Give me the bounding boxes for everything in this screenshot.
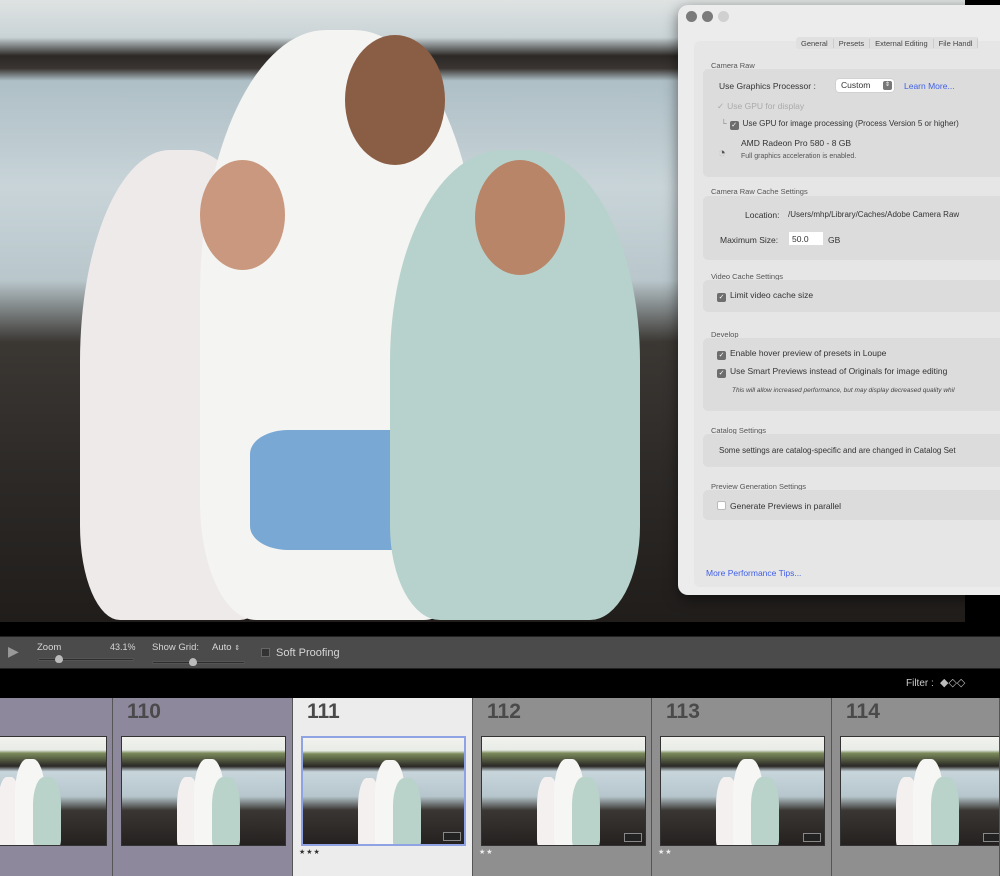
zoom-button[interactable] — [718, 11, 729, 22]
preferences-tabs: General Presets External Editing File Ha… — [796, 37, 979, 49]
develop-badge-icon — [803, 833, 821, 842]
filmstrip-cell[interactable]: 112 ★★ — [473, 698, 652, 876]
gpu-status: Full graphics acceleration is enabled. — [741, 153, 857, 160]
gpu-display-checkbox[interactable]: ✓ Use GPU for display — [717, 101, 804, 112]
max-size-label: Maximum Size: — [720, 235, 779, 245]
tab-file-handling[interactable]: File Handl — [934, 38, 979, 48]
thumbnail[interactable] — [121, 736, 286, 846]
star-rating: ★★★ — [299, 849, 321, 856]
smart-previews-checkbox[interactable]: ✓ Use Smart Previews instead of Originals… — [717, 366, 996, 378]
zoom-label: Zoom — [37, 642, 62, 653]
soft-proofing-checkbox[interactable] — [261, 648, 270, 657]
thumbnail[interactable] — [481, 736, 646, 846]
thumbnail[interactable] — [0, 736, 107, 846]
thumbnail[interactable] — [660, 736, 825, 846]
develop-badge-icon — [983, 833, 999, 842]
parallel-previews-checkbox[interactable]: Generate Previews in parallel — [717, 501, 841, 511]
star-rating: ★★ — [658, 849, 673, 856]
show-grid-label: Show Grid: — [152, 642, 199, 653]
preferences-dialog: General Presets External Editing File Ha… — [678, 5, 1000, 595]
cell-index: 112 — [487, 700, 521, 723]
loupe-toolbar: ▶ Zoom 43.1% Show Grid: Auto ⇕ Soft Proo… — [0, 636, 1000, 669]
cell-index: 113 — [666, 700, 700, 723]
gauge-icon: ◔ — [718, 145, 726, 160]
develop-badge-icon — [443, 832, 461, 841]
filmstrip-cell[interactable]: 113 ★★ — [652, 698, 832, 876]
filmstrip-cell[interactable] — [0, 698, 113, 876]
filter-bar: Filter : ◆◇◇ — [0, 670, 1000, 698]
performance-tips-link[interactable]: More Performance Tips... — [706, 568, 801, 578]
gpu-label: Use Graphics Processor : — [719, 81, 816, 91]
grid-slider-knob[interactable] — [189, 658, 197, 666]
location-value: /Users/mhp/Library/Caches/Adobe Camera R… — [788, 210, 960, 219]
play-icon[interactable]: ▶ — [8, 643, 19, 660]
zoom-slider-knob[interactable] — [55, 655, 63, 663]
develop-badge-icon — [624, 833, 642, 842]
cell-index: 110 — [127, 700, 161, 723]
gpu-processing-checkbox[interactable]: └ ✓ Use GPU for image processing (Process … — [721, 119, 996, 130]
learn-more-link[interactable]: Learn More... — [904, 81, 955, 91]
zoom-value: 43.1% — [110, 642, 136, 652]
filmstrip-cell[interactable]: 110 — [113, 698, 293, 876]
zoom-slider[interactable] — [38, 655, 134, 663]
smart-previews-note: This will allow increased performance, b… — [732, 387, 955, 394]
location-label: Location: — [745, 210, 780, 220]
tab-presets[interactable]: Presets — [834, 38, 871, 48]
limit-video-checkbox[interactable]: ✓ Limit video cache size — [717, 290, 813, 302]
flag-filter-icons[interactable]: ◆◇◇ — [940, 676, 965, 689]
show-grid-select[interactable]: Auto ⇕ — [212, 642, 240, 653]
stepper-icon: ⇕ — [883, 81, 892, 90]
filter-label: Filter : — [906, 678, 934, 689]
gpu-name: AMD Radeon Pro 580 - 8 GB — [741, 138, 852, 148]
thumbnail[interactable] — [301, 736, 466, 846]
section-cache: Camera Raw Cache Settings — [711, 187, 808, 196]
gpu-select[interactable]: Custom ⇕ — [836, 79, 894, 92]
cell-index: 114 — [846, 700, 880, 723]
star-rating: ★★ — [479, 849, 494, 856]
max-size-unit: GB — [828, 235, 841, 245]
catalog-text: Some settings are catalog-specific and a… — [719, 446, 956, 455]
filmstrip: 110 111 ★★★ 112 ★★ 113 ★★ 114 — [0, 698, 1000, 876]
tab-general[interactable]: General — [796, 38, 834, 48]
hover-preview-checkbox[interactable]: ✓ Enable hover preview of presets in Loup… — [717, 348, 886, 360]
soft-proofing-label: Soft Proofing — [276, 647, 340, 659]
cell-index: 111 — [307, 700, 340, 723]
max-size-input[interactable]: 50.0 — [789, 232, 823, 245]
filmstrip-cell[interactable]: 114 — [832, 698, 1000, 876]
close-button[interactable] — [686, 11, 697, 22]
filmstrip-cell[interactable]: 111 ★★★ — [293, 698, 473, 876]
tab-external-editing[interactable]: External Editing — [870, 38, 934, 48]
thumbnail[interactable] — [840, 736, 999, 846]
grid-slider[interactable] — [152, 658, 245, 666]
minimize-button[interactable] — [702, 11, 713, 22]
